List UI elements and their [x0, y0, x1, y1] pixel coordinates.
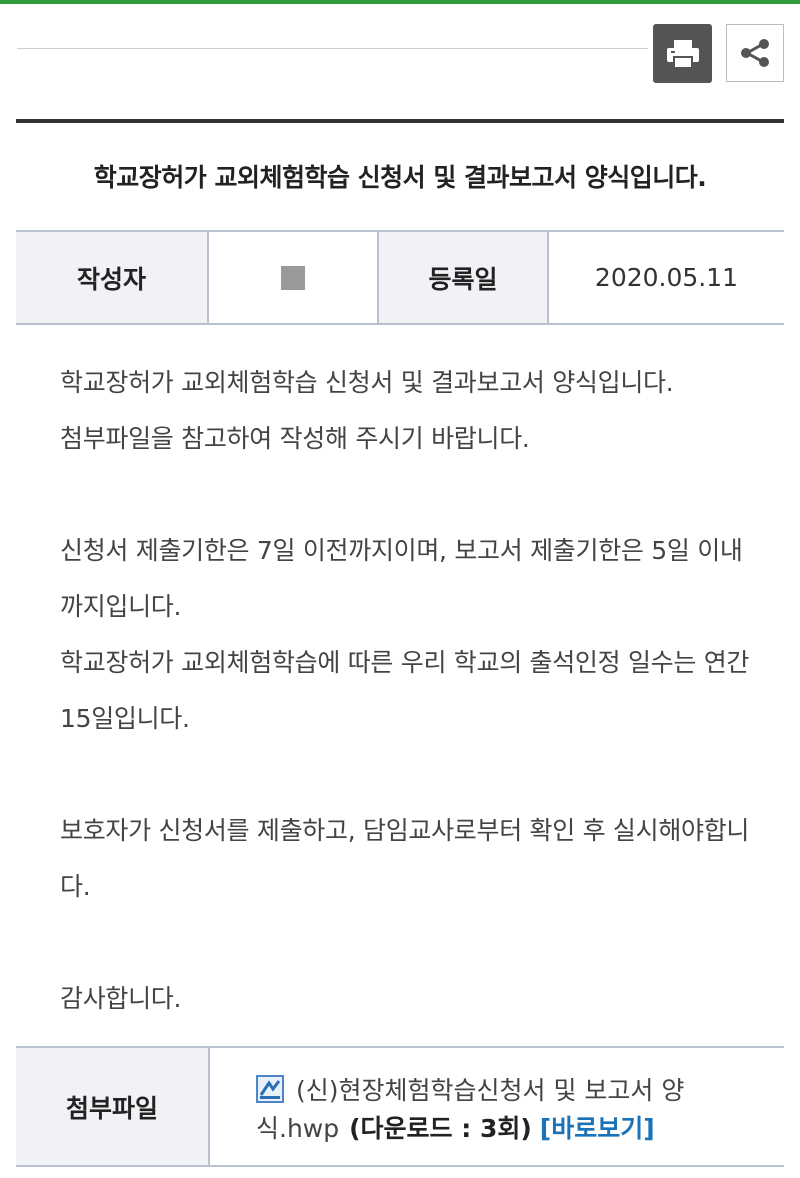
post-meta-table: 작성자 등록일 2020.05.11: [16, 230, 784, 325]
attachment-label: 첨부파일: [16, 1048, 208, 1165]
hwp-file-icon: [256, 1075, 284, 1103]
title-top-rule: [16, 119, 784, 123]
toolbar-divider: [17, 48, 648, 49]
body-line: 신청서 제출기한은 7일 이전까지이며, 보고서 제출기한은 5일 이내까지입니…: [60, 536, 743, 621]
body-line: 보호자가 신청서를 제출하고, 담임교사로부터 확인 후 실시해야합니다.: [60, 816, 750, 901]
top-accent-bar: [0, 0, 800, 4]
share-button[interactable]: [726, 24, 784, 82]
date-value: 2020.05.11: [594, 263, 739, 292]
share-icon: [741, 39, 769, 67]
download-count: (다운로드 : 3회): [349, 1114, 532, 1143]
date-label: 등록일: [379, 232, 547, 323]
printer-icon: [666, 39, 699, 69]
post-title: 학교장허가 교외체험학습 신청서 및 결과보고서 양식입니다.: [93, 163, 707, 192]
body-blank: [60, 915, 760, 971]
body-line: 학교장허가 교외체험학습에 따른 우리 학교의 출석인정 일수는 연간 15일입…: [60, 648, 750, 733]
body-line: 감사합니다.: [60, 984, 182, 1013]
attachment-table: 첨부파일 (신)현장체험학습신청서 및 보고서 양식.hwp (다운로드 : 3회…: [16, 1046, 784, 1167]
attachment-divider: [208, 1048, 210, 1165]
body-line: 첨부파일을 참고하여 작성해 주시기 바랍니다.: [60, 424, 530, 453]
preview-link[interactable]: [바로보기]: [540, 1114, 655, 1143]
print-button[interactable]: [653, 24, 712, 83]
author-redacted-box: [281, 265, 305, 290]
body-line: 학교장허가 교외체험학습 신청서 및 결과보고서 양식입니다.: [60, 368, 674, 397]
author-value: [209, 232, 377, 323]
body-blank: [60, 747, 760, 803]
attachment-content: (신)현장체험학습신청서 및 보고서 양식.hwp (다운로드 : 3회) [바로보…: [256, 1072, 756, 1148]
post-body: 학교장허가 교외체험학습 신청서 및 결과보고서 양식입니다. 첨부파일을 참고…: [60, 355, 760, 1027]
author-label: 작성자: [16, 232, 207, 323]
body-blank: [60, 467, 760, 523]
